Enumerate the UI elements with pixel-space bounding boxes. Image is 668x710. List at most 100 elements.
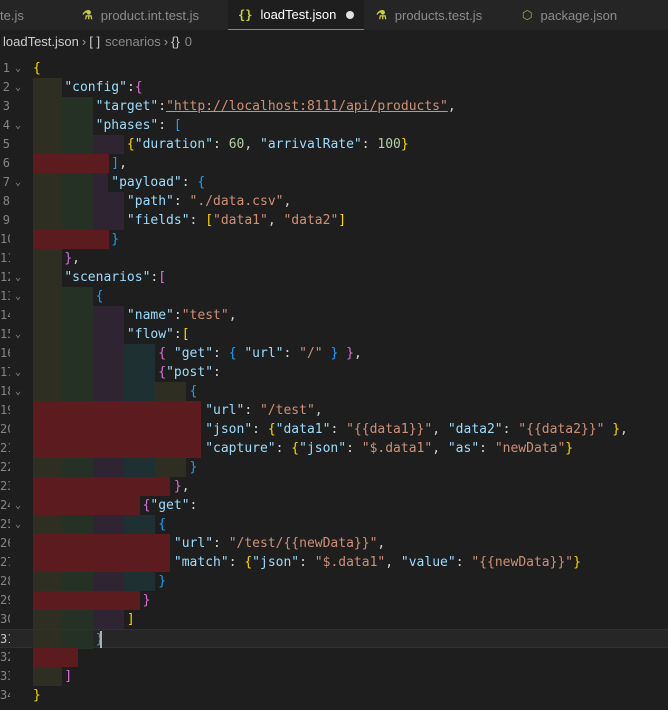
- code-line[interactable]: 4 ⌄ "phases": [: [0, 116, 668, 135]
- code-line[interactable]: 16 { "get": { "url": "/" } },: [0, 344, 668, 363]
- code-token: "scenarios": [64, 270, 151, 285]
- line-number: 32: [0, 650, 10, 664]
- tab-product-int-test[interactable]: ⚗ product.int.test.js: [78, 0, 232, 30]
- fold-chevron-icon[interactable]: ⌄: [15, 382, 21, 401]
- tab-te-js[interactable]: te.js: [0, 0, 78, 30]
- code-line[interactable]: 7 ⌄ "payload": {: [0, 173, 668, 192]
- line-number: 6: [2, 156, 10, 170]
- code-line[interactable]: 25 ⌄ {: [0, 515, 668, 534]
- unsaved-changes-dot-icon[interactable]: [346, 10, 355, 19]
- code-line[interactable]: 33 ]: [0, 667, 668, 686]
- code-token: "post": [166, 365, 214, 380]
- code-line[interactable]: 1 ⌄ {: [0, 59, 668, 78]
- fold-chevron-icon[interactable]: ⌄: [15, 173, 21, 192]
- tab-package-json[interactable]: ⬡ package.json: [500, 0, 668, 30]
- fold-chevron-icon[interactable]: ⌄: [15, 268, 21, 287]
- code-token: "test": [181, 308, 229, 323]
- code-line[interactable]: 28 }: [0, 572, 668, 591]
- code-line[interactable]: 21 "capture": {"json": "$.data1", "as": …: [0, 439, 668, 458]
- code-token: {: [189, 384, 198, 399]
- code-line[interactable]: 10 }: [0, 230, 668, 249]
- code-line[interactable]: 12 ⌄ "scenarios":[: [0, 268, 668, 287]
- code-token: "path": [126, 194, 174, 209]
- code-text: {: [33, 382, 198, 401]
- code-line[interactable]: 34}: [0, 686, 668, 705]
- code-line[interactable]: 11 },: [0, 249, 668, 268]
- code-line[interactable]: 13 ⌄ {: [0, 287, 668, 306]
- code-token: ]: [111, 156, 120, 171]
- fold-chevron-icon[interactable]: ⌄: [15, 78, 21, 97]
- code-line[interactable]: 19 "url": "/test",: [0, 401, 668, 420]
- code-token: {: [158, 517, 167, 532]
- code-line[interactable]: 8 "path": "./data.csv",: [0, 192, 668, 211]
- code-text: },: [33, 477, 190, 496]
- line-number: 22: [0, 460, 10, 474]
- fold-chevron-icon[interactable]: ⌄: [15, 116, 21, 135]
- breadcrumb-file[interactable]: loadTest.json: [3, 34, 79, 49]
- code-line[interactable]: 24 ⌄ {"get":: [0, 496, 668, 515]
- code-editor[interactable]: 1 ⌄{2 ⌄ "config":{3 "target":"http://local…: [0, 52, 668, 710]
- code-token: {: [267, 422, 276, 437]
- code-token: [: [173, 118, 182, 133]
- code-line[interactable]: 17 ⌄ {"post":: [0, 363, 668, 382]
- fold-chevron-icon[interactable]: ⌄: [15, 59, 21, 78]
- breadcrumb-scenarios[interactable]: scenarios: [105, 34, 161, 49]
- line-number: 17: [0, 365, 10, 379]
- breadcrumb: loadTest.json › [ ] scenarios › {} 0: [0, 30, 668, 52]
- code-line[interactable]: 22 }: [0, 458, 668, 477]
- code-line[interactable]: 2 ⌄ "config":{: [0, 78, 668, 97]
- code-token: "phases": [95, 118, 159, 133]
- fold-chevron-icon[interactable]: ⌄: [15, 287, 21, 306]
- code-token: :: [213, 536, 229, 551]
- line-number: 30: [0, 612, 10, 626]
- code-text: }: [33, 686, 41, 705]
- code-line[interactable]: 27 "match": {"json": "$.data1", "value":…: [0, 553, 668, 572]
- code-line[interactable]: 20 "json": {"data1": "{{data1}}", "data2…: [0, 420, 668, 439]
- code-line[interactable]: 14 "name":"test",: [0, 306, 668, 325]
- code-token: [: [158, 270, 167, 285]
- code-line[interactable]: 6 ],: [0, 154, 668, 173]
- code-line[interactable]: 5 {"duration": 60, "arrivalRate": 100}: [0, 135, 668, 154]
- code-line[interactable]: 32: [0, 648, 668, 667]
- code-line[interactable]: 23 },: [0, 477, 668, 496]
- code-token: ,: [119, 156, 127, 171]
- fold-chevron-icon[interactable]: ⌄: [15, 515, 21, 534]
- code-token: "data1": [213, 213, 268, 228]
- breadcrumb-index[interactable]: 0: [185, 34, 192, 49]
- code-token: {: [291, 441, 300, 456]
- line-number: 4: [2, 118, 10, 132]
- code-text: "flow":[: [33, 325, 190, 344]
- code-token: :: [213, 365, 221, 380]
- code-line[interactable]: 3 "target":"http://localhost:8111/api/pr…: [0, 97, 668, 116]
- fold-chevron-icon[interactable]: ⌄: [15, 363, 21, 382]
- fold-chevron-icon[interactable]: ⌄: [15, 325, 21, 344]
- code-token: ,: [181, 479, 190, 494]
- code-text: "match": {"json": "$.data1", "value": "{…: [33, 553, 581, 572]
- code-line[interactable]: 9 "fields": ["data1", "data2"]: [0, 211, 668, 230]
- text-cursor: [100, 631, 102, 648]
- tab-products-test[interactable]: ⚗ products.test.js: [364, 0, 512, 30]
- code-token: "url": [173, 536, 214, 551]
- code-line[interactable]: 15 ⌄ "flow":[: [0, 325, 668, 344]
- code-line[interactable]: 29 }: [0, 591, 668, 610]
- code-text: {: [33, 287, 104, 306]
- code-token: {: [95, 289, 104, 304]
- tab-loadtest-json[interactable]: {} loadTest.json: [228, 0, 364, 30]
- code-line[interactable]: 18 ⌄ {: [0, 382, 668, 401]
- code-token: :: [361, 137, 378, 152]
- code-line[interactable]: 26 "url": "/test/{{newData}}",: [0, 534, 668, 553]
- code-token: "data1": [275, 422, 331, 437]
- fold-chevron-icon[interactable]: ⌄: [15, 496, 21, 515]
- code-line[interactable]: 30 ]: [0, 610, 668, 629]
- code-line[interactable]: 31 }: [0, 629, 668, 649]
